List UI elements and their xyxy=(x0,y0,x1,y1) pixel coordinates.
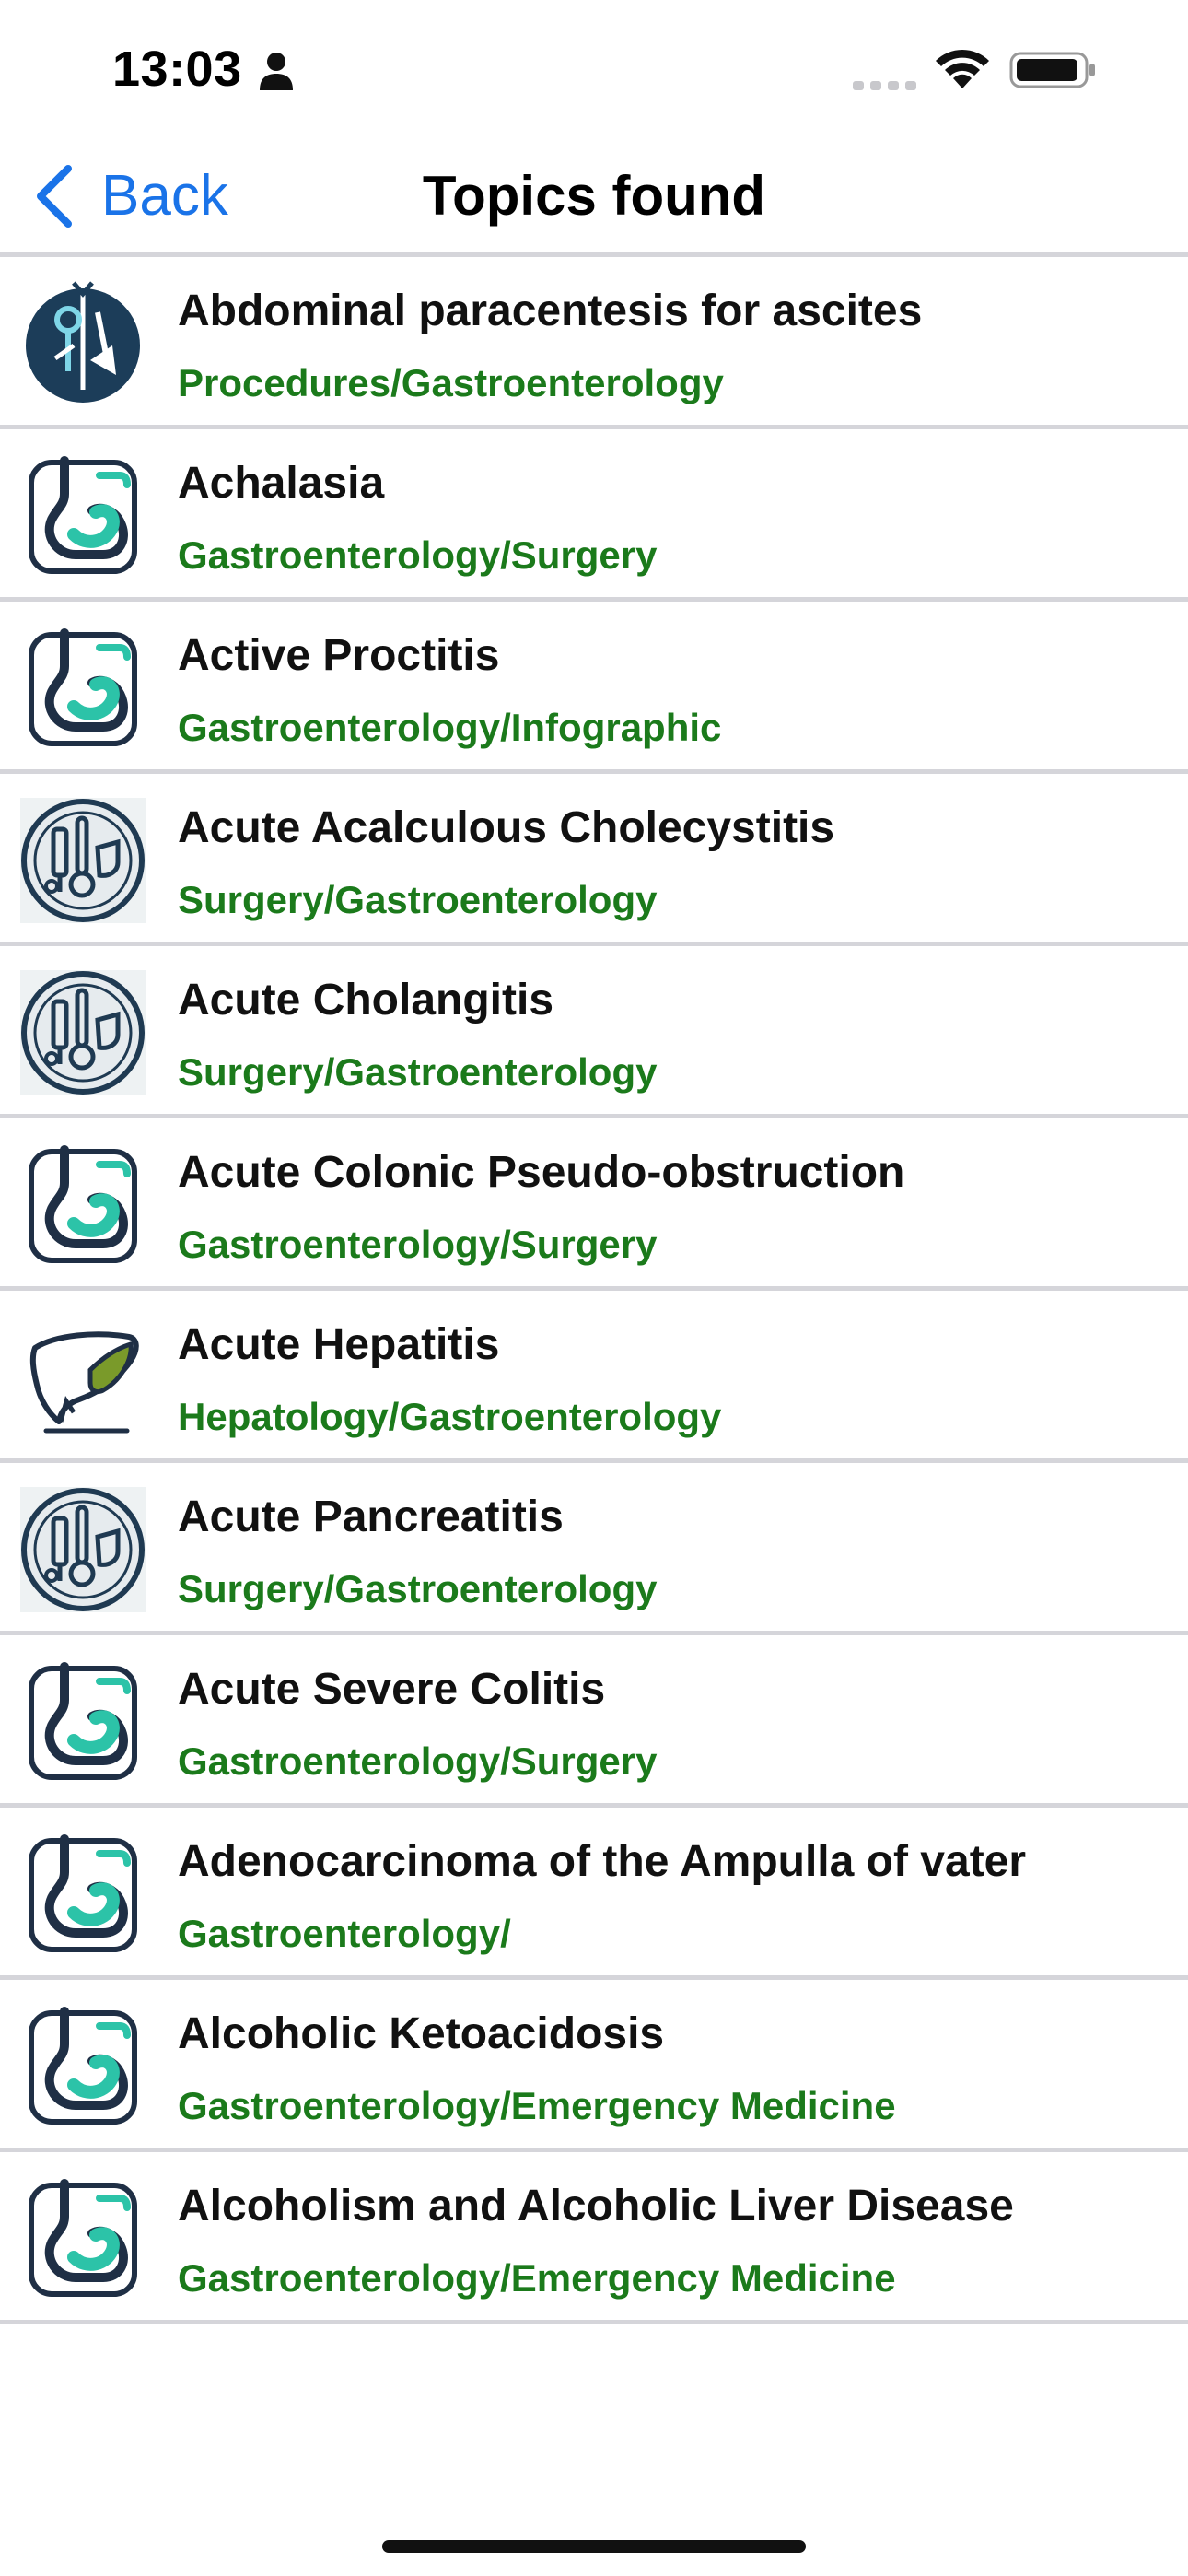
topic-row[interactable]: Active Proctitis Gastroenterology/Infogra… xyxy=(0,602,1188,774)
topic-row[interactable]: Acute Colonic Pseudo-obstruction Gastroen… xyxy=(0,1118,1188,1291)
stomach-icon xyxy=(18,451,147,580)
topic-title: Abdominal paracentesis for ascites xyxy=(178,287,923,335)
stomach-icon xyxy=(18,624,147,753)
topic-category: Gastroenterology/Surgery xyxy=(178,533,658,577)
topic-list: Abdominal paracentesis for ascites Proced… xyxy=(0,252,1188,2324)
topic-row[interactable]: Acute Pancreatitis Surgery/Gastroenterolo… xyxy=(0,1463,1188,1635)
cellular-signal-icon xyxy=(853,81,916,90)
topic-row[interactable]: Adenocarcinoma of the Ampulla of vater Ga… xyxy=(0,1808,1188,1980)
procedures-icon xyxy=(18,279,147,408)
topic-row[interactable]: Alcoholic Ketoacidosis Gastroenterology/E… xyxy=(0,1980,1188,2152)
wifi-icon xyxy=(936,49,989,88)
topic-category: Gastroenterology/Surgery xyxy=(178,1223,658,1266)
topic-row[interactable]: Acute Acalculous Cholecystitis Surgery/Ga… xyxy=(0,774,1188,946)
navigation-bar: Back Topics found xyxy=(0,138,1188,252)
home-indicator[interactable] xyxy=(382,2540,806,2553)
topic-category: Gastroenterology/Surgery xyxy=(178,1739,658,1783)
topic-title: Alcoholic Ketoacidosis xyxy=(178,2009,665,2058)
topic-title: Achalasia xyxy=(178,459,385,508)
topic-category: Gastroenterology/ xyxy=(178,1912,511,1955)
topic-title: Acute Cholangitis xyxy=(178,976,554,1025)
topic-row[interactable]: Acute Severe Colitis Gastroenterology/Sur… xyxy=(0,1635,1188,1808)
topic-row[interactable]: Acute Hepatitis Hepatology/Gastroenterolo… xyxy=(0,1291,1188,1463)
surgery-icon xyxy=(18,1485,147,1614)
battery-icon xyxy=(1009,52,1095,88)
topic-category: Surgery/Gastroenterology xyxy=(178,1567,658,1610)
topic-category: Gastroenterology/Emergency Medicine xyxy=(178,2256,896,2300)
topic-category: Gastroenterology/Infographic xyxy=(178,706,722,749)
topic-category: Hepatology/Gastroenterology xyxy=(178,1395,722,1438)
topic-title: Acute Pancreatitis xyxy=(178,1493,564,1541)
person-icon xyxy=(260,53,293,90)
topic-row[interactable]: Achalasia Gastroenterology/Surgery xyxy=(0,429,1188,602)
topic-category: Surgery/Gastroenterology xyxy=(178,1050,658,1094)
stomach-icon xyxy=(18,1657,147,1786)
topic-category: Gastroenterology/Emergency Medicine xyxy=(178,2084,896,2127)
topic-title: Acute Severe Colitis xyxy=(178,1665,606,1714)
status-bar: 13:03 xyxy=(0,0,1188,138)
stomach-icon xyxy=(18,1830,147,1959)
topic-title: Acute Colonic Pseudo-obstruction xyxy=(178,1148,905,1197)
topic-category: Surgery/Gastroenterology xyxy=(178,878,658,921)
topic-title: Acute Hepatitis xyxy=(178,1320,500,1369)
stomach-icon xyxy=(18,1141,147,1270)
topic-row[interactable]: Abdominal paracentesis for ascites Proced… xyxy=(0,257,1188,429)
topic-title: Acute Acalculous Cholecystitis xyxy=(178,803,835,852)
stomach-icon xyxy=(18,2174,147,2303)
stomach-icon xyxy=(18,2002,147,2131)
surgery-icon xyxy=(18,796,147,925)
liver-icon xyxy=(18,1313,147,1442)
topic-row[interactable]: Acute Cholangitis Surgery/Gastroenterolog… xyxy=(0,946,1188,1118)
topic-title: Adenocarcinoma of the Ampulla of vater xyxy=(178,1837,1027,1886)
surgery-icon xyxy=(18,968,147,1097)
page-title: Topics found xyxy=(422,165,766,227)
topic-row[interactable]: Alcoholism and Alcoholic Liver Disease Ga… xyxy=(0,2152,1188,2324)
topic-title: Alcoholism and Alcoholic Liver Disease xyxy=(178,2182,1014,2231)
topic-category: Procedures/Gastroenterology xyxy=(178,361,724,404)
status-time: 13:03 xyxy=(112,41,242,97)
topic-title: Active Proctitis xyxy=(178,631,500,680)
